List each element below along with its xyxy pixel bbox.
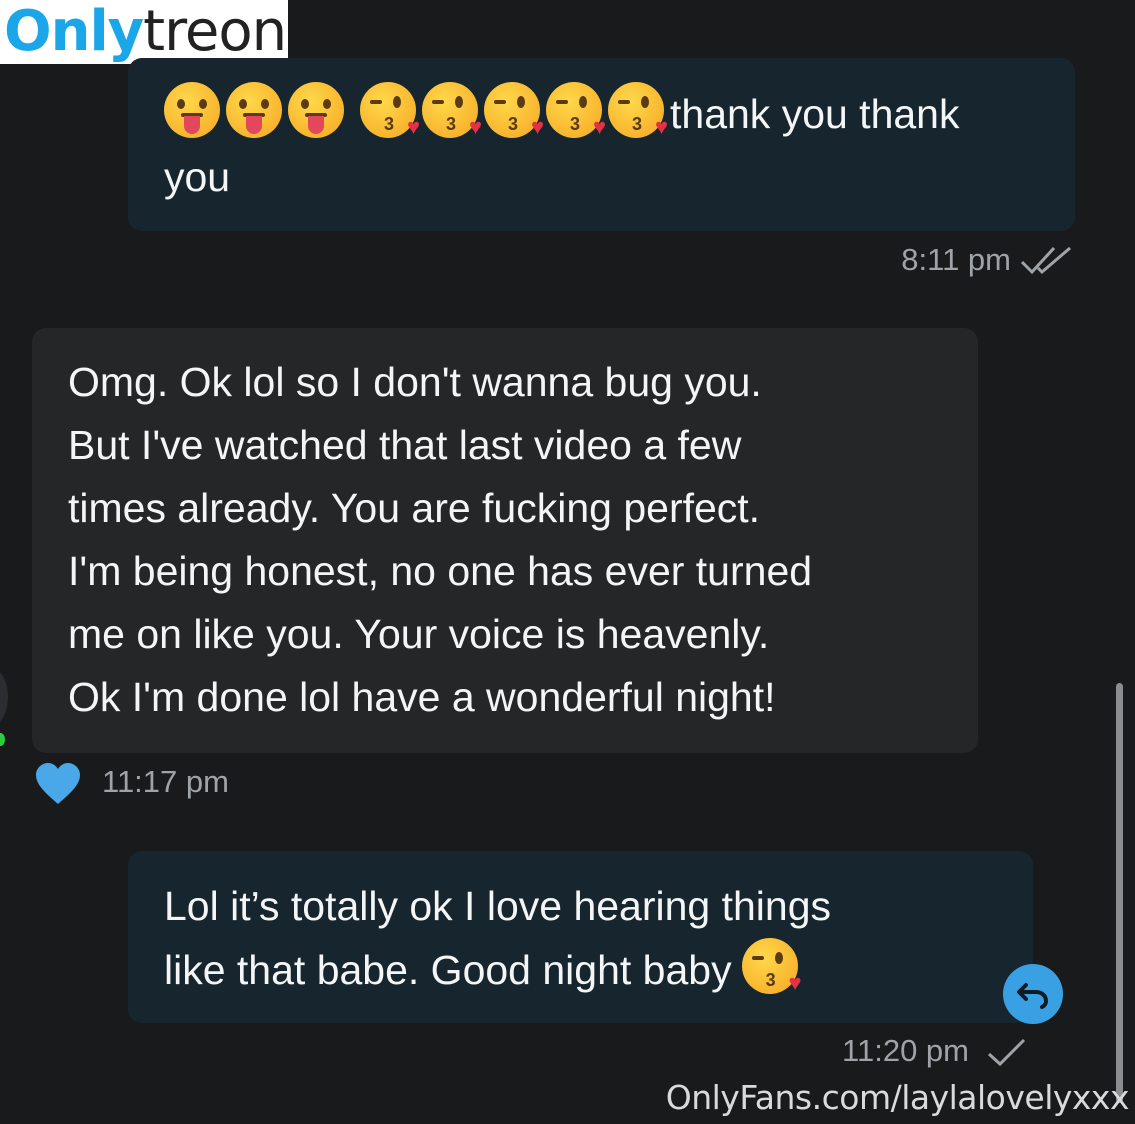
face-blowing-kiss-icon: 3 ♥ xyxy=(741,938,802,994)
avatar[interactable] xyxy=(0,668,8,726)
heart-icon[interactable] xyxy=(34,762,82,806)
face-blowing-kiss-icon: 3 ♥ xyxy=(608,82,668,138)
reply-button[interactable] xyxy=(1003,964,1063,1024)
message-text: Omg. Ok lol so I don't wanna bug you. Bu… xyxy=(68,359,813,720)
double-check-icon xyxy=(1020,246,1071,275)
message-bubble-incoming[interactable]: Omg. Ok lol so I don't wanna bug you. Bu… xyxy=(32,328,978,753)
scrollbar[interactable] xyxy=(1116,683,1123,1103)
face-with-tongue-icon xyxy=(288,82,344,138)
watermark: OnlyFans.com/laylalovelyxxx xyxy=(665,1078,1130,1117)
message-bubble-outgoing-2[interactable]: Lol it’s totally ok I love hearing thing… xyxy=(128,851,1033,1023)
message-time: 11:20 pm xyxy=(842,1033,969,1068)
logo-part-treon: treon xyxy=(143,0,287,64)
face-blowing-kiss-icon: 3 ♥ xyxy=(360,82,420,138)
face-with-tongue-icon xyxy=(164,82,220,138)
face-blowing-kiss-icon: 3 ♥ xyxy=(546,82,606,138)
onlytreon-logo: Only treon xyxy=(0,0,288,64)
message-time: 11:17 pm xyxy=(102,764,229,799)
logo-part-only: Only xyxy=(4,0,144,64)
message-bubble-outgoing-1[interactable]: 3 ♥ 3 ♥ 3 ♥ 3 ♥ 3 ♥ thank you thank you xyxy=(128,58,1075,231)
check-icon xyxy=(987,1038,1026,1067)
face-with-tongue-icon xyxy=(226,82,282,138)
online-status-dot xyxy=(0,733,5,746)
face-blowing-kiss-icon: 3 ♥ xyxy=(422,82,482,138)
message-text: Lol it’s totally ok I love hearing thing… xyxy=(164,883,832,993)
undo-arrow-icon xyxy=(1017,983,1049,1009)
face-blowing-kiss-icon: 3 ♥ xyxy=(484,82,544,138)
message-time: 8:11 pm xyxy=(901,242,1011,277)
